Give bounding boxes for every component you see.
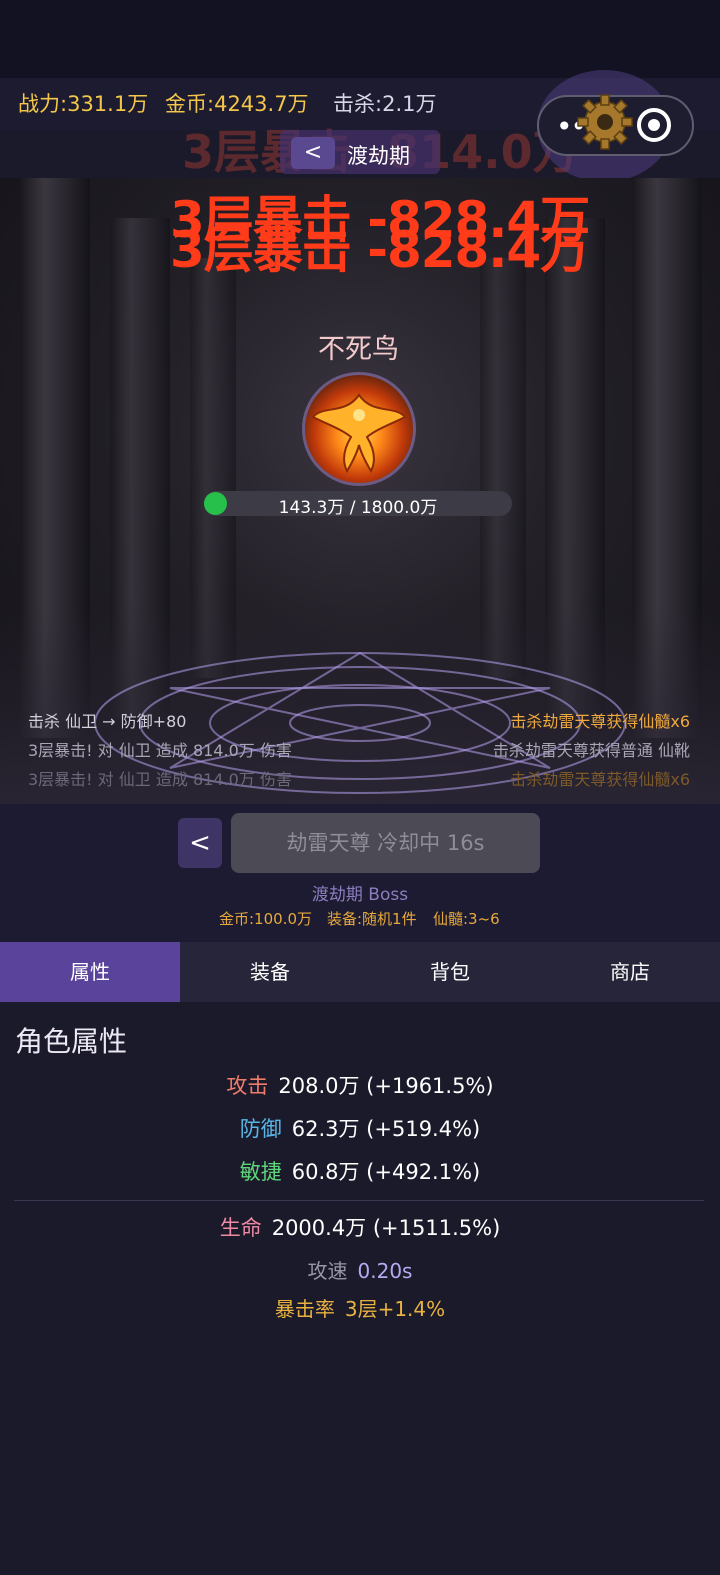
boss-hp-text: 143.3万 / 1800.0万 [278,498,438,518]
tab-attributes[interactable]: 属性 [0,942,180,1002]
attack-speed-value: 0.20s [357,1259,413,1283]
attack-speed-row: 攻速 0.20s [0,1255,720,1284]
challenge-boss-button[interactable]: 劫雷天尊 冷却中 16s [231,813,540,873]
boss-stage-label: 渡劫期 Boss [311,885,409,905]
attack-row: 攻击 208.0万 (+1961.5%) [0,1070,720,1100]
reward-gold: 金币:100.0万 [219,910,312,928]
loot-log-line: 击杀劫雷天尊获得仙髓x6 [510,770,690,789]
crit-rate-label: 暴击率 [274,1297,335,1321]
prev-boss-button[interactable]: < [178,818,222,868]
battle-log-line: 击杀 仙卫 → 防御+80 [28,712,187,731]
reward-marrow: 仙髓:3~6 [433,910,500,928]
tab-backpack[interactable]: 背包 [360,942,540,1002]
boss-avatar[interactable] [302,372,416,486]
gear-icon[interactable] [575,92,635,152]
hp-row: 生命 2000.4万 (+1511.5%) [0,1212,720,1242]
battle-log-line: 3层暴击! 对 仙卫 造成 814.0万 伤害 [28,741,292,760]
attributes-title: 角色属性 [15,1025,128,1058]
phoenix-icon [311,393,407,474]
attack-value: 208.0万 (+1961.5%) [278,1074,494,1098]
kills-stat: 击杀:2.1万 [333,92,437,116]
boss-name: 不死鸟 [318,334,399,365]
attack-speed-label: 攻速 [307,1259,348,1283]
defense-value: 62.3万 (+519.4%) [291,1117,481,1141]
crit-rate-row: 暴击率 3层+1.4% [0,1293,720,1322]
agility-row: 敏捷 60.8万 (+492.1%) [0,1156,720,1186]
loot-log-line: 击杀劫雷天尊获得仙髓x6 [510,712,690,731]
loot-log-line: 击杀劫雷天尊获得普通 仙靴 [492,741,690,760]
stage-back-button[interactable]: < [291,137,335,169]
stage-title: 渡劫期 [347,144,410,168]
hp-label: 生命 [219,1216,262,1240]
defense-row: 防御 62.3万 (+519.4%) [0,1113,720,1143]
battle-log-line: 3层暴击! 对 仙卫 造成 814.0万 伤害 [28,770,292,789]
agility-label: 敏捷 [239,1160,282,1184]
agility-value: 60.8万 (+492.1%) [291,1160,481,1184]
attack-label: 攻击 [226,1074,269,1098]
damage-number: 3层暴击 -828.4万 [170,221,590,279]
power-stat: 战力:331.1万 [18,92,149,116]
reward-equipment: 装备:随机1件 [327,910,417,928]
hp-value: 2000.4万 (+1511.5%) [271,1216,501,1240]
close-miniprogram-icon[interactable] [637,108,671,142]
tab-shop[interactable]: 商店 [540,942,720,1002]
crit-rate-value: 3层+1.4% [344,1297,446,1321]
status-bar-area [0,0,720,78]
defense-label: 防御 [239,1117,282,1141]
gold-stat: 金币:4243.7万 [165,92,309,116]
divider [14,1200,704,1201]
tab-equipment[interactable]: 装备 [180,942,360,1002]
